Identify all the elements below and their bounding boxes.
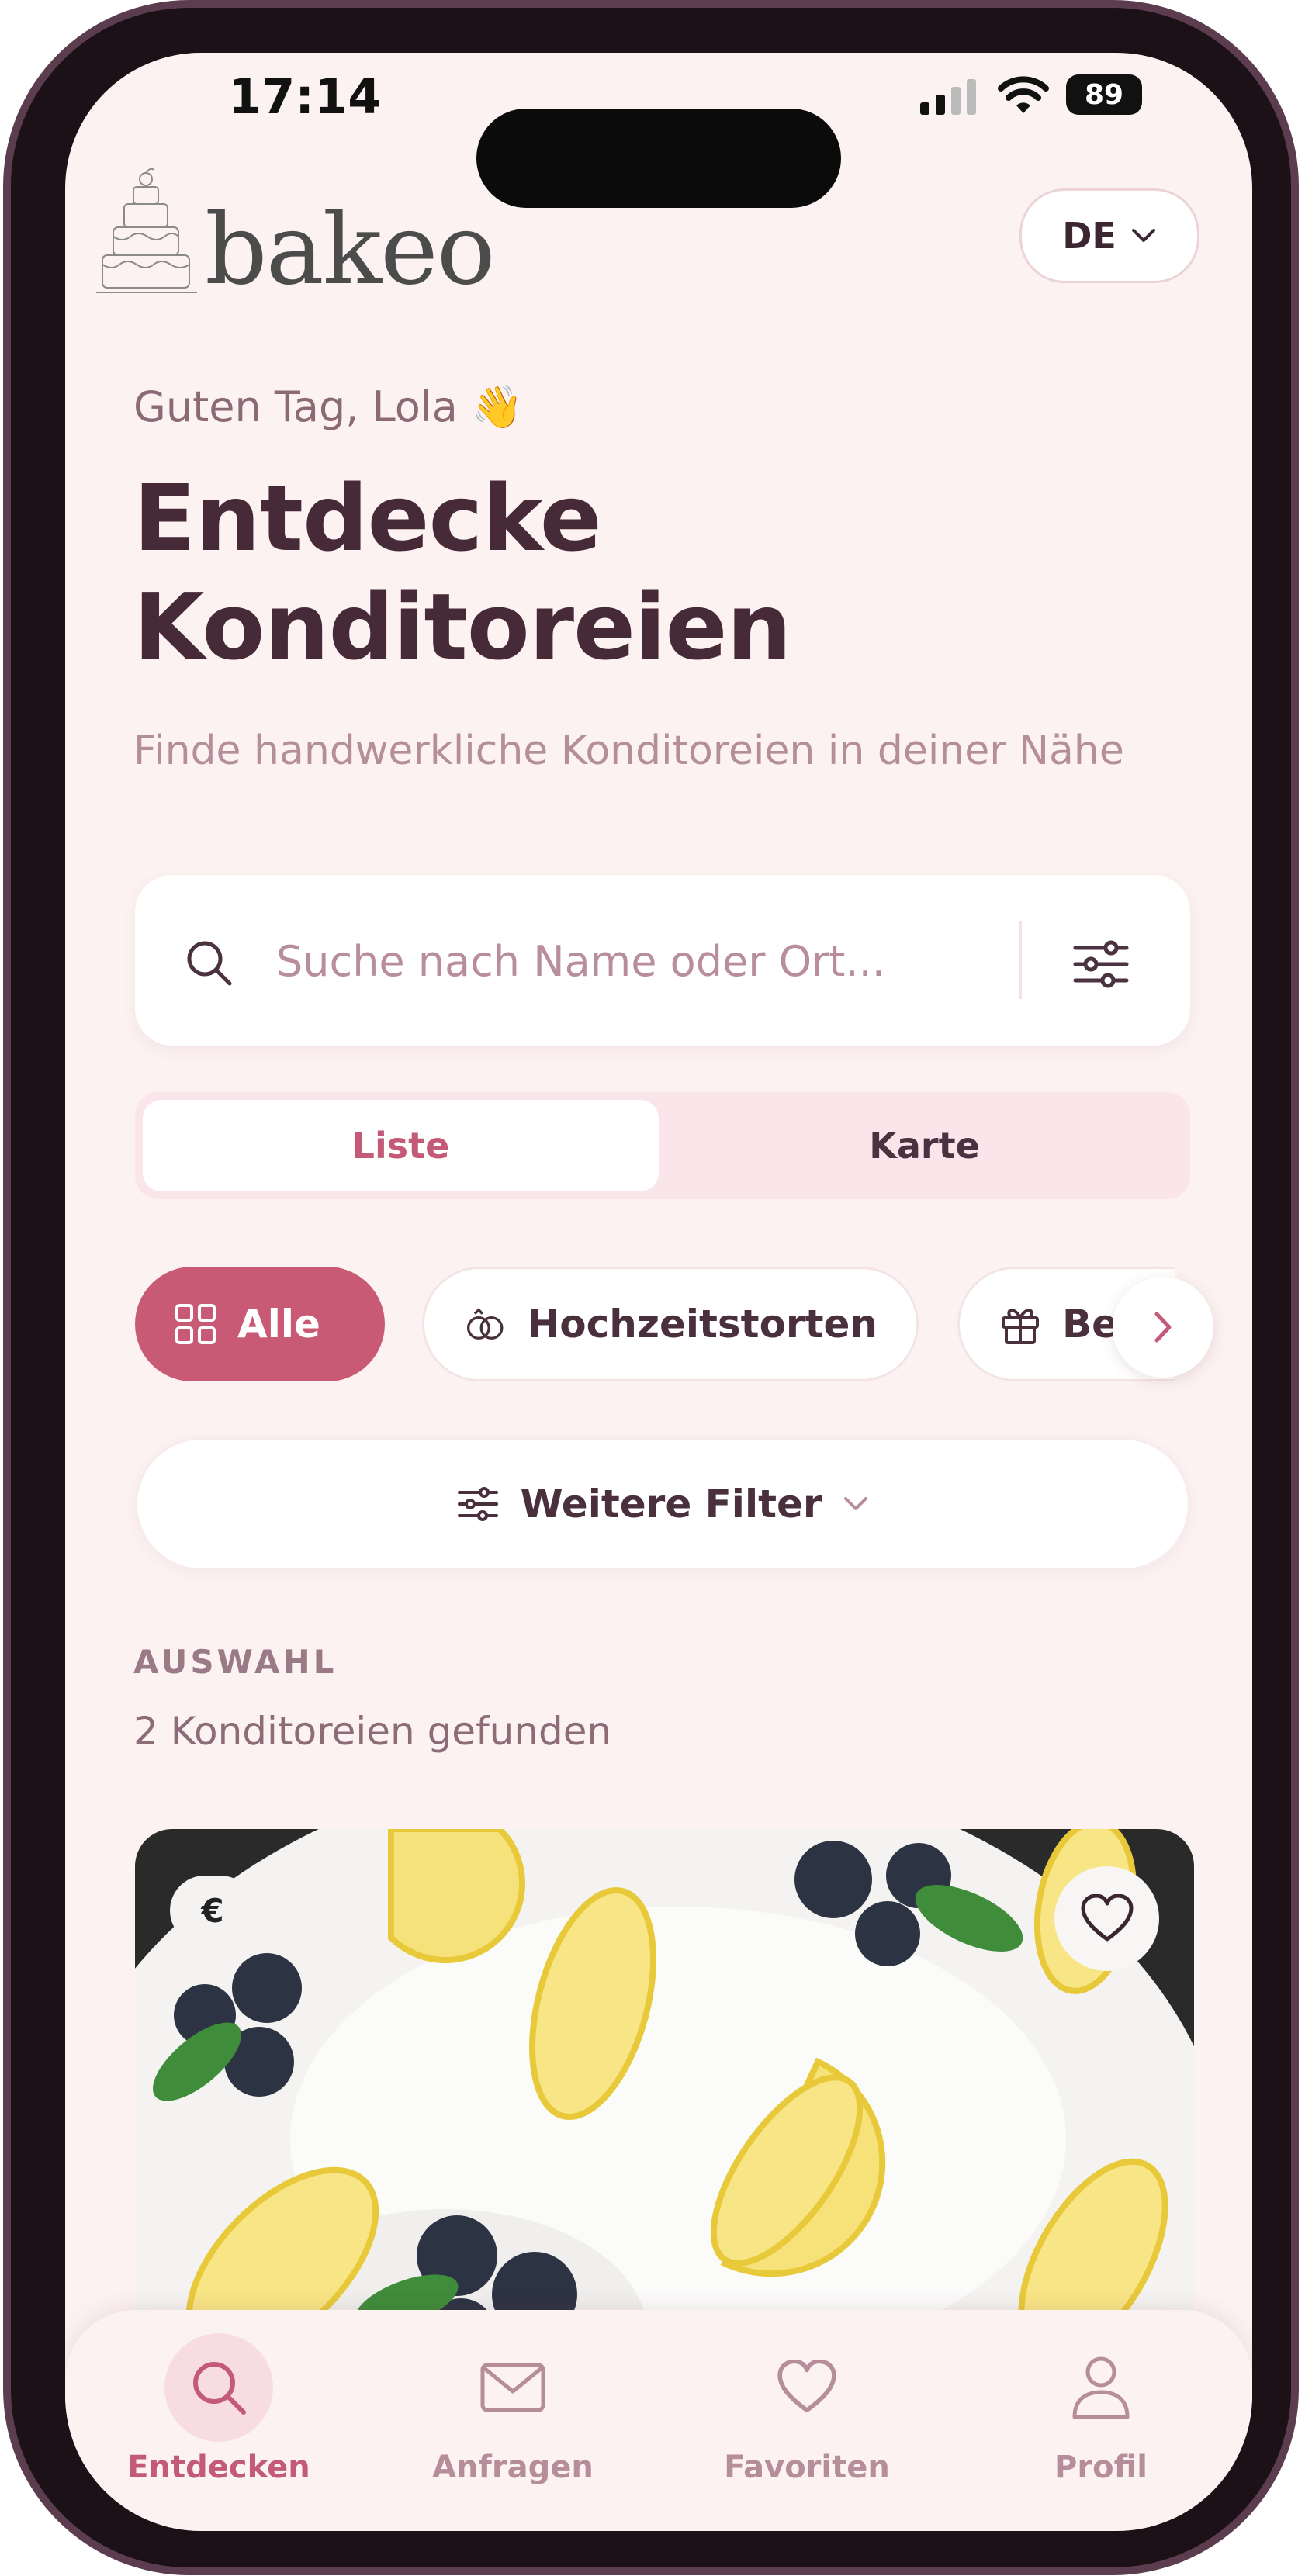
tab-requests[interactable]: Anfragen	[396, 2333, 629, 2485]
category-chip-wedding-cakes[interactable]: Hochzeitstorten	[422, 1267, 919, 1381]
tab-map[interactable]: Karte	[666, 1100, 1182, 1191]
price-badge: €	[170, 1876, 255, 1945]
category-label: Be	[1062, 1302, 1119, 1347]
heart-icon	[777, 2360, 836, 2413]
mail-icon	[480, 2363, 545, 2412]
search-bar	[135, 875, 1190, 1046]
language-code: DE	[1062, 215, 1116, 257]
dynamic-island	[476, 109, 841, 208]
status-time: 17:14	[228, 68, 382, 125]
category-chips: Alle Hochzeitstorten Be	[135, 1267, 1175, 1383]
tab-label: Favoriten	[724, 2450, 890, 2485]
category-label: Alle	[237, 1302, 320, 1347]
page-title: Entdecke Konditoreien	[133, 464, 792, 681]
gift-icon	[1002, 1309, 1039, 1344]
more-filters-button[interactable]: Weitere Filter	[135, 1437, 1190, 1571]
greeting-text: Guten Tag, Lola	[133, 382, 458, 431]
rings-icon	[466, 1308, 504, 1340]
filter-sliders-icon[interactable]	[1066, 929, 1136, 999]
battery-indicator: 89	[1066, 74, 1142, 115]
results-count: 2 Konditoreien gefunden	[133, 1709, 612, 1754]
wifi-icon	[998, 76, 1049, 113]
search-icon	[187, 941, 232, 986]
logo-wordmark: bakeo	[205, 192, 496, 306]
page-title-line2: Konditoreien	[133, 573, 792, 680]
chevron-down-icon	[843, 1497, 867, 1510]
more-filters-label: Weitere Filter	[520, 1482, 822, 1527]
section-label: AUSWAHL	[133, 1643, 338, 1681]
page-title-line1: Entdecke	[133, 465, 602, 572]
language-selector[interactable]: DE	[1019, 188, 1199, 283]
search-input[interactable]	[275, 921, 976, 1001]
tab-list[interactable]: Liste	[143, 1100, 659, 1191]
bakeo-logo: bakeo	[96, 165, 500, 306]
view-toggle: Liste Karte	[135, 1092, 1190, 1199]
page-subtitle: Finde handwerkliche Konditoreien in dein…	[133, 728, 1124, 774]
chevron-down-icon	[1131, 229, 1155, 242]
filter-sliders-icon	[458, 1487, 499, 1521]
grid-icon	[175, 1304, 216, 1344]
category-chip-all[interactable]: Alle	[135, 1267, 385, 1381]
user-icon	[1072, 2356, 1130, 2419]
tab-discover[interactable]: Entdecken	[102, 2333, 335, 2485]
tab-label: Profil	[1054, 2450, 1148, 2485]
cellular-signal-icon	[920, 79, 976, 115]
search-icon	[193, 2362, 246, 2415]
tab-label: Entdecken	[127, 2450, 310, 2485]
category-label: Hochzeitstorten	[527, 1302, 878, 1347]
bottom-tab-bar: Entdecken Anfragen Favoriten Profil	[65, 2310, 1252, 2531]
tab-label: Anfragen	[432, 2450, 594, 2485]
chips-scroll-next-button[interactable]	[1113, 1277, 1213, 1378]
cake-logo-icon	[96, 168, 197, 293]
phone-frame: 17:14 89 bakeo DE Guten Tag, Lola 👋 Entd…	[11, 8, 1291, 2567]
chevron-right-icon	[1154, 1312, 1172, 1343]
greeting: Guten Tag, Lola 👋	[133, 382, 523, 432]
heart-icon	[1081, 1893, 1133, 1941]
favorite-button[interactable]	[1054, 1866, 1159, 1971]
app-screen: 17:14 89 bakeo DE Guten Tag, Lola 👋 Entd…	[65, 53, 1252, 2531]
tab-profile[interactable]: Profil	[985, 2333, 1217, 2485]
waving-hand-emoji: 👋	[471, 382, 524, 431]
tab-favorites[interactable]: Favoriten	[691, 2333, 923, 2485]
search-divider	[1019, 921, 1022, 999]
